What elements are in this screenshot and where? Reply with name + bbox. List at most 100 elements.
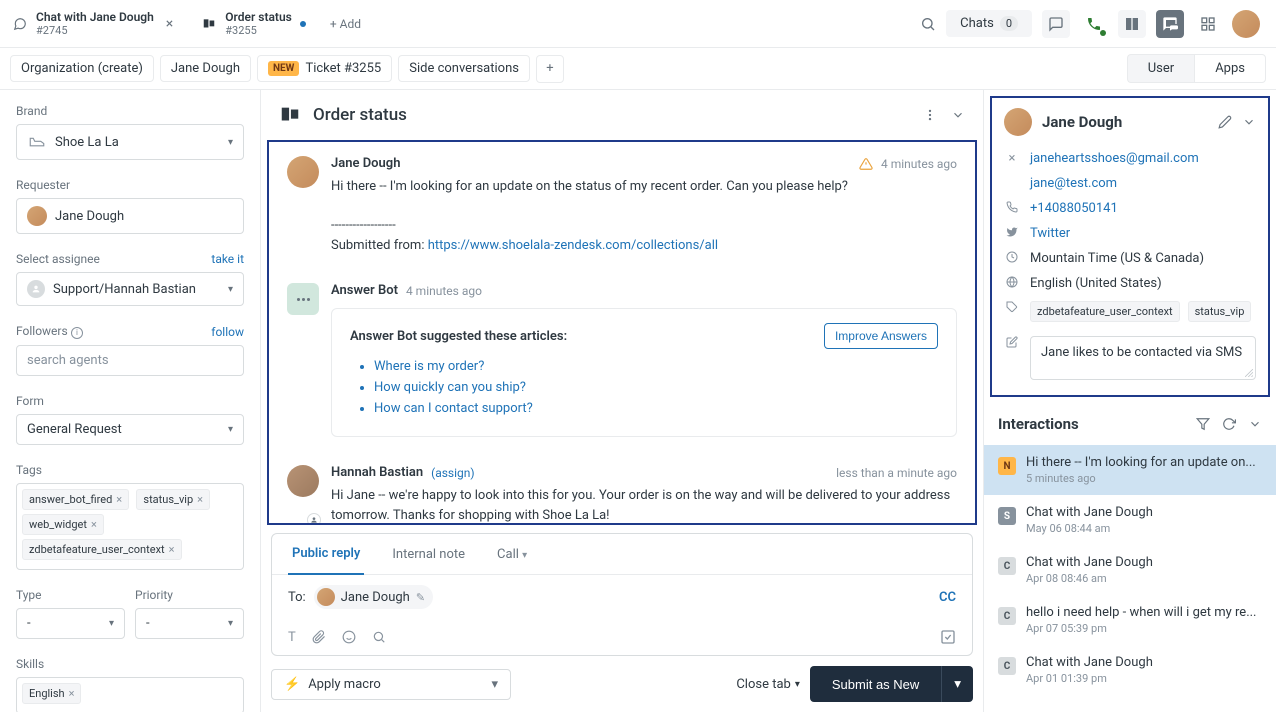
assign-link[interactable]: (assign) — [431, 466, 474, 480]
ctx-org[interactable]: Organization (create) — [10, 55, 154, 82]
internal-note-tab[interactable]: Internal note — [388, 535, 469, 574]
text-format-icon[interactable]: T — [288, 630, 296, 645]
follow-link[interactable]: follow — [211, 325, 244, 339]
remove-icon[interactable]: × — [69, 687, 75, 700]
chevron-down-icon[interactable] — [951, 108, 965, 122]
tab-chat[interactable]: Chat with Jane Dough #2745 × — [0, 0, 189, 47]
tab-order[interactable]: Order status #3255 — [189, 0, 318, 47]
chevron-down-icon[interactable] — [1242, 115, 1256, 129]
more-icon[interactable] — [923, 108, 937, 122]
knowledge-capture-icon[interactable] — [940, 629, 956, 645]
apps-grid-icon[interactable] — [1194, 10, 1222, 38]
layout-icon[interactable] — [1118, 10, 1146, 38]
reply-box: Public reply Internal note Call ▾ To: Ja… — [271, 533, 973, 656]
user-tz: Mountain Time (US & Canada) — [1030, 251, 1204, 266]
user-note-input[interactable]: Jane likes to be contacted via SMS — [1030, 336, 1256, 380]
profile-avatar[interactable] — [1232, 10, 1260, 38]
cc-button[interactable]: CC — [939, 590, 956, 605]
conversations-icon[interactable] — [1156, 10, 1184, 38]
public-reply-tab[interactable]: Public reply — [288, 534, 364, 575]
macro-select[interactable]: ⚡ Apply macro ▾ — [271, 669, 511, 700]
user-segment-button[interactable]: User — [1127, 54, 1194, 83]
form-select[interactable]: General Request ▾ — [16, 414, 244, 445]
ctx-requester[interactable]: Jane Dough — [160, 55, 251, 82]
tag-chip[interactable]: web_widget× — [22, 514, 104, 535]
add-tab-button[interactable]: + Add — [318, 17, 373, 31]
comment-icon[interactable] — [1042, 10, 1070, 38]
ctx-ticket[interactable]: NEW Ticket #3255 — [257, 55, 392, 82]
type-select[interactable]: -▾ — [16, 608, 125, 639]
interaction-subject: hello i need help - when will i get my r… — [1026, 605, 1262, 620]
left-panel: Brand Shoe La La ▾ Requester Jane Dough … — [0, 90, 260, 712]
phone-icon[interactable] — [1080, 10, 1108, 38]
apps-segment-button[interactable]: Apps — [1194, 54, 1266, 83]
user-email[interactable]: janeheartsshoes@gmail.com — [1030, 151, 1199, 166]
conversation-box: Jane Dough 4 minutes ago Hi there -- I'm… — [267, 140, 977, 525]
remove-icon[interactable]: × — [116, 493, 122, 506]
suggested-article-link[interactable]: How can I contact support? — [374, 401, 938, 416]
info-icon[interactable]: i — [71, 327, 83, 339]
interaction-item[interactable]: C Chat with Jane DoughApr 08 08:46 am — [984, 545, 1276, 595]
remove-icon[interactable]: × — [197, 493, 203, 506]
twitter-icon — [1004, 226, 1020, 238]
tag-chip[interactable]: answer_bot_fired× — [22, 489, 129, 510]
interaction-item[interactable]: S Chat with Jane DoughMay 06 08:44 am — [984, 495, 1276, 545]
to-chip[interactable]: Jane Dough ✎ — [314, 585, 433, 609]
takeit-link[interactable]: take it — [211, 252, 244, 266]
user-box: Jane Dough ×janeheartsshoes@gmail.com ja… — [990, 96, 1270, 397]
interaction-item[interactable]: C Chat with Jane DoughApr 01 01:39 pm — [984, 645, 1276, 695]
priority-select[interactable]: -▾ — [135, 608, 244, 639]
brand-label: Brand — [16, 104, 244, 118]
edit-icon[interactable]: ✎ — [416, 591, 425, 604]
user-email[interactable]: jane@test.com — [1030, 176, 1117, 191]
search-icon[interactable] — [372, 630, 386, 644]
user-lang: English (United States) — [1030, 276, 1162, 291]
suggested-article-link[interactable]: Where is my order? — [374, 359, 938, 374]
improve-answers-button[interactable]: Improve Answers — [824, 323, 938, 349]
interaction-item[interactable]: N Hi there -- I'm looking for an update … — [984, 445, 1276, 495]
followers-input[interactable]: search agents — [16, 345, 244, 376]
attachment-icon[interactable] — [312, 630, 326, 644]
type-label: Type — [16, 588, 125, 602]
skill-chip[interactable]: English× — [22, 683, 81, 704]
user-tag[interactable]: zdbetafeature_user_context — [1030, 301, 1180, 322]
bot-message: Answer Bot 4 minutes ago Answer Bot sugg… — [269, 269, 975, 451]
suggested-article-link[interactable]: How quickly can you ship? — [374, 380, 938, 395]
close-tab-button[interactable]: Close tab ▾ — [736, 677, 800, 692]
chats-button[interactable]: Chats 0 — [946, 10, 1032, 37]
bot-author: Answer Bot — [331, 283, 398, 298]
tag-chip[interactable]: zdbetafeature_user_context× — [22, 539, 182, 560]
refresh-icon[interactable] — [1222, 417, 1236, 431]
search-icon[interactable] — [920, 16, 936, 32]
msg-text: Hi there -- I'm looking for an update on… — [331, 177, 957, 255]
tag-chip[interactable]: status_vip× — [136, 489, 210, 510]
source-link[interactable]: https://www.shoelala-zendesk.com/collect… — [428, 238, 718, 253]
brand-select[interactable]: Shoe La La ▾ — [16, 124, 244, 160]
ctx-side-conversations[interactable]: Side conversations — [398, 55, 530, 82]
assignee-select[interactable]: Support/Hannah Bastian ▾ — [16, 272, 244, 306]
remove-icon[interactable]: × — [91, 518, 97, 531]
user-tag[interactable]: status_vip — [1188, 301, 1252, 322]
submit-dropdown[interactable]: ▾ — [941, 666, 973, 702]
chevron-down-icon[interactable] — [1248, 417, 1262, 431]
chevron-down-icon: ▾ — [228, 284, 233, 295]
tags-label: Tags — [16, 463, 244, 477]
submit-button[interactable]: Submit as New — [810, 666, 941, 702]
requester-select[interactable]: Jane Dough — [16, 198, 244, 234]
tags-field[interactable]: answer_bot_fired× status_vip× web_widget… — [16, 483, 244, 570]
close-icon[interactable]: × — [162, 16, 177, 32]
requester-label: Requester — [16, 178, 244, 192]
emoji-icon[interactable] — [342, 630, 356, 644]
call-tab[interactable]: Call ▾ — [493, 535, 531, 574]
user-twitter[interactable]: Twitter — [1030, 226, 1070, 241]
avatar-icon — [317, 588, 335, 606]
user-phone[interactable]: +14088050141 — [1030, 201, 1118, 216]
filter-icon[interactable] — [1196, 417, 1210, 431]
form-label: Form — [16, 394, 244, 408]
tab-title: Order status — [225, 10, 292, 24]
interaction-item[interactable]: C hello i need help - when will i get my… — [984, 595, 1276, 645]
edit-icon[interactable] — [1218, 115, 1232, 129]
ctx-add-button[interactable]: + — [536, 55, 564, 83]
remove-icon[interactable]: × — [169, 543, 175, 556]
skills-field[interactable]: English× — [16, 677, 244, 712]
